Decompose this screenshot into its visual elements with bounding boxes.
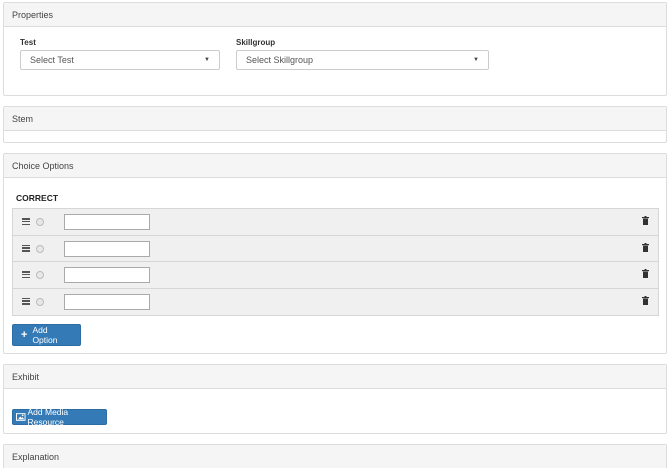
drag-handle-icon[interactable] (22, 244, 30, 252)
add-media-resource-button[interactable]: Add Media Resource (12, 407, 107, 427)
option-text-input[interactable] (64, 267, 150, 283)
trash-icon[interactable] (642, 216, 649, 225)
exhibit-header: Exhibit (4, 365, 666, 389)
properties-header: Properties (4, 3, 666, 27)
drag-handle-icon[interactable] (22, 271, 30, 278)
stem-panel: Stem (3, 106, 667, 143)
explanation-header: Explanation (4, 445, 666, 468)
test-select-value: Select Test (30, 55, 74, 65)
explanation-title: Explanation (12, 451, 60, 462)
choice-options-panel: Choice Options CORRECT + Add Option (3, 153, 667, 354)
properties-title: Properties (12, 9, 54, 20)
correct-radio[interactable] (36, 218, 44, 226)
add-media-resource-label: Add Media Resource (27, 407, 69, 427)
trash-icon[interactable] (642, 269, 649, 278)
stem-title: Stem (12, 113, 34, 124)
choice-options-header: Choice Options (4, 154, 666, 178)
trash-icon[interactable] (642, 242, 649, 252)
option-text-input[interactable] (64, 240, 150, 257)
caret-down-icon: ▼ (204, 57, 210, 63)
add-option-label: Add Option (32, 325, 58, 345)
explanation-panel: Explanation (3, 444, 667, 468)
drag-handle-icon[interactable] (22, 297, 30, 305)
correct-radio[interactable] (36, 244, 44, 253)
drag-handle-icon[interactable] (22, 218, 30, 225)
option-list (12, 208, 659, 316)
caret-down-icon: ▼ (473, 57, 479, 63)
properties-panel: Properties Test Select Test ▼ Skillgroup… (3, 2, 667, 96)
stem-header: Stem (4, 107, 666, 131)
option-text-input[interactable] (64, 293, 150, 310)
image-icon (16, 413, 26, 421)
option-row (13, 262, 658, 289)
option-text-input[interactable] (64, 214, 150, 230)
option-row (13, 209, 658, 236)
skillgroup-label: Skillgroup (236, 38, 276, 47)
add-option-button[interactable]: + Add Option (12, 324, 81, 346)
option-row (13, 235, 658, 262)
skillgroup-select-value: Select Skillgroup (246, 55, 314, 65)
option-row (13, 288, 658, 315)
correct-radio[interactable] (36, 271, 44, 279)
test-select[interactable]: Select Test ▼ (20, 50, 220, 70)
plus-icon: + (21, 328, 28, 341)
exhibit-title: Exhibit (12, 371, 40, 382)
correct-radio[interactable] (36, 297, 44, 306)
test-label: Test (20, 38, 36, 47)
exhibit-panel: Exhibit Add Media Resource (3, 364, 667, 434)
correct-column-label: CORRECT (16, 193, 59, 203)
skillgroup-select[interactable]: Select Skillgroup ▼ (236, 50, 489, 70)
trash-icon[interactable] (642, 295, 649, 305)
choice-options-title: Choice Options (12, 160, 74, 171)
